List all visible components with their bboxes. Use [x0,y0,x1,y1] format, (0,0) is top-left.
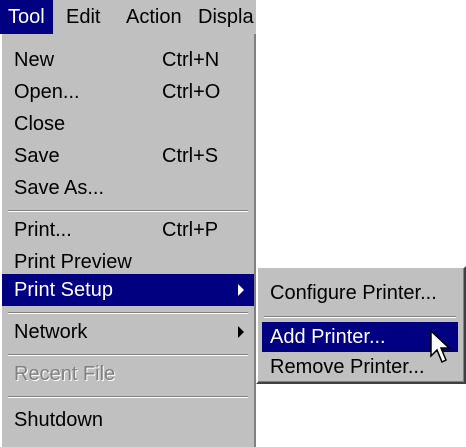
tool-menu: New Ctrl+N Open... Ctrl+O Close Save Ctr… [0,34,256,447]
menu-separator [8,210,248,212]
menu-separator [8,396,248,398]
menu-item-shutdown[interactable]: Shutdown [2,404,254,436]
menu-item-shortcut: Ctrl+P [162,219,219,241]
menu-item-label: Shutdown [14,409,103,431]
menu-item-label: Print Setup [14,279,113,301]
menu-item-shortcut: Ctrl+O [162,81,221,103]
menu-item-label: Save As... [14,177,105,199]
submenu-item-label: Add Printer... [270,326,386,348]
menu-item-label: Open... [14,81,80,103]
menu-item-shortcut: Ctrl+S [162,145,219,167]
submenu-item-label: Remove Printer... [270,356,425,378]
menu-item-new[interactable]: New Ctrl+N [2,44,254,76]
chevron-right-icon [238,326,244,338]
menu-item-print-setup[interactable]: Print Setup [2,274,254,306]
menu-separator [8,312,248,314]
menu-item-label: Save [14,145,60,167]
menu-edit[interactable]: Edit [66,0,100,34]
print-setup-submenu: Configure Printer... Add Printer... Remo… [256,266,466,384]
chevron-right-icon [238,284,244,296]
submenu-item-remove-printer[interactable]: Remove Printer... [262,352,458,382]
menu-item-recent-file: Recent File [2,358,254,390]
menu-item-print[interactable]: Print... Ctrl+P [2,214,254,246]
menu-bar: Tool Edit Action Displa [0,0,256,34]
submenu-item-configure-printer[interactable]: Configure Printer... [262,278,458,308]
menu-action[interactable]: Action [126,0,182,34]
submenu-item-add-printer[interactable]: Add Printer... [262,322,458,352]
menu-item-label: Close [14,113,66,135]
menu-item-shortcut: Ctrl+N [162,49,220,71]
submenu-item-label: Configure Printer... [270,282,437,304]
menu-item-close[interactable]: Close [2,108,254,140]
menu-item-save-as[interactable]: Save As... [2,172,254,204]
menu-separator [8,354,248,356]
arrow-cursor-icon [430,330,451,364]
menu-separator [264,316,456,318]
menu-tool[interactable]: Tool [0,0,53,34]
menu-display[interactable]: Displa [198,0,254,34]
menu-item-open[interactable]: Open... Ctrl+O [2,76,254,108]
menu-item-save[interactable]: Save Ctrl+S [2,140,254,172]
menu-item-network[interactable]: Network [2,316,254,348]
menu-item-label: Print... [14,219,72,241]
menu-item-label: Recent File [14,363,116,385]
menu-item-label: Network [14,321,88,343]
menu-item-label: New [14,49,55,71]
